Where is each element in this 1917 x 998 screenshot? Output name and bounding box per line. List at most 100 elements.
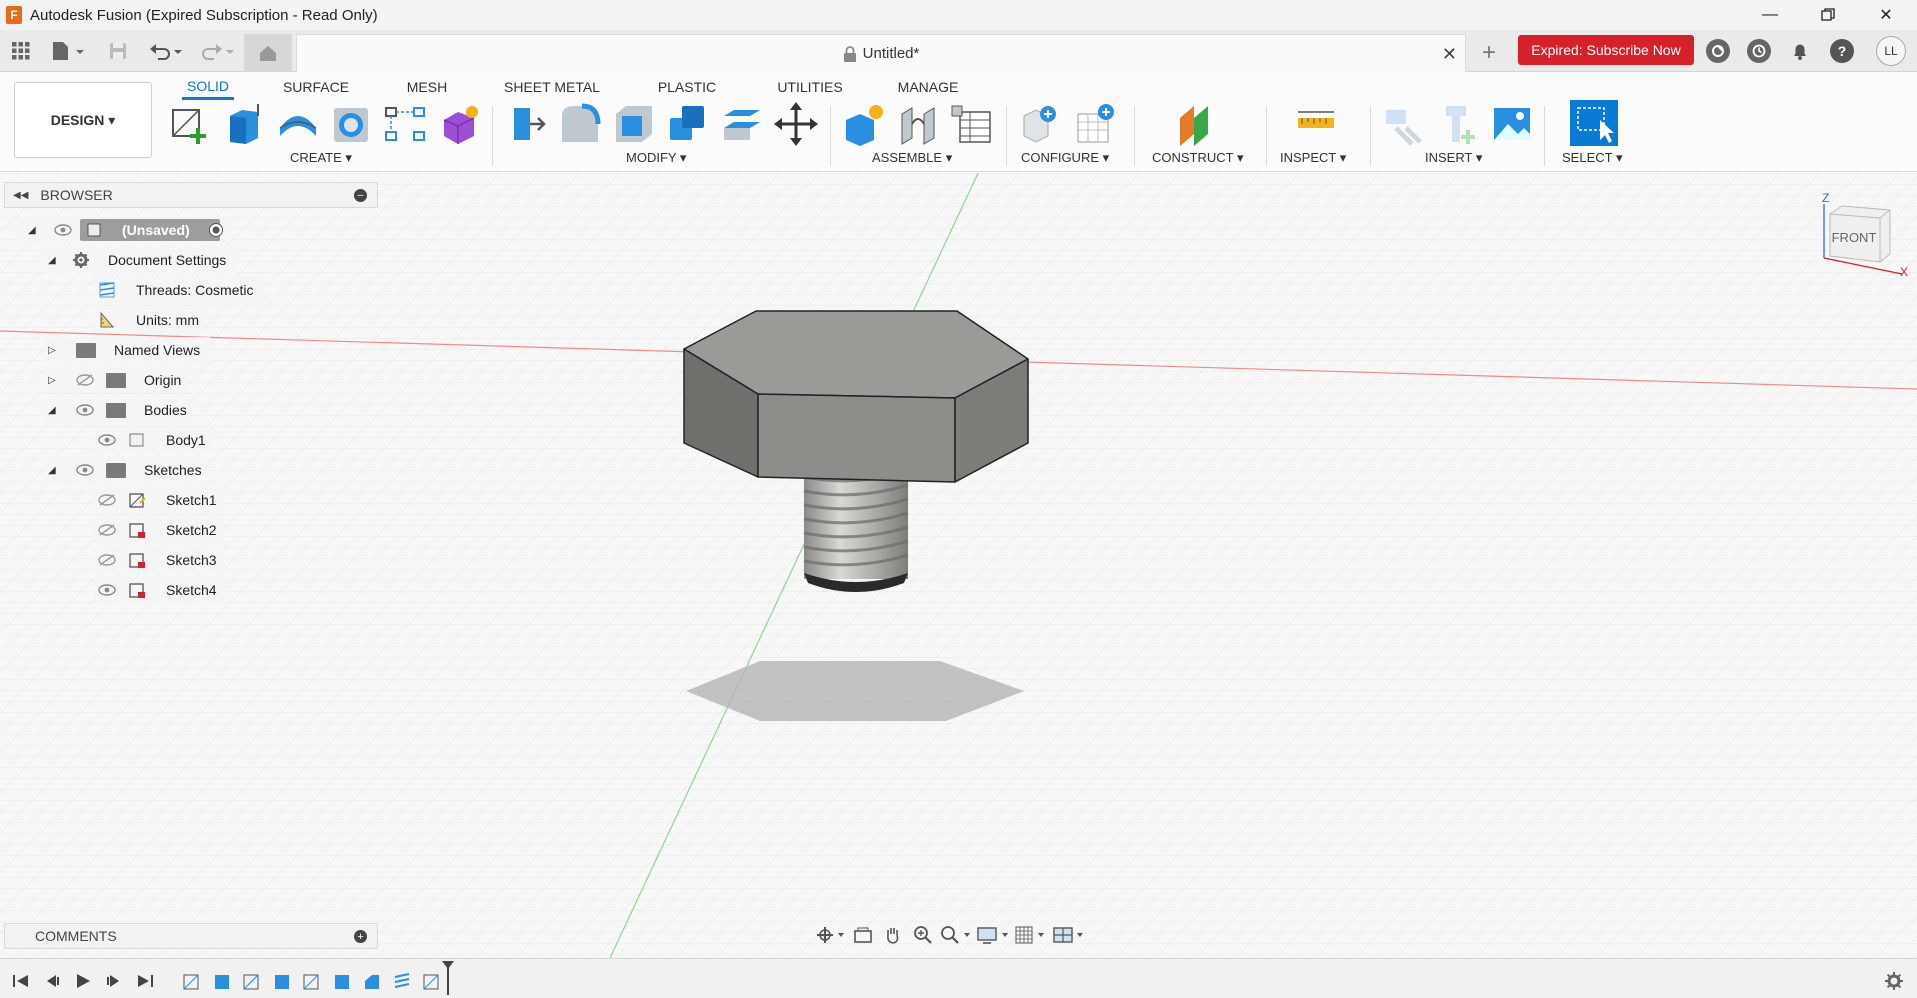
form-icon[interactable]	[438, 102, 482, 146]
restore-button[interactable]	[1800, 0, 1856, 30]
expand-triangle-icon[interactable]: ▷	[48, 375, 56, 386]
model-canvas[interactable]	[0, 173, 1917, 958]
timeline-extrude-icon[interactable]	[212, 971, 232, 991]
new-component-icon[interactable]	[842, 102, 886, 146]
app-grid-button[interactable]	[8, 38, 34, 64]
save-button[interactable]	[106, 38, 130, 64]
modify-group-label[interactable]: MODIFY ▾	[626, 150, 686, 166]
offset-plane-icon[interactable]	[1176, 102, 1220, 146]
timeline-settings-gear-icon[interactable]	[1884, 971, 1904, 991]
tab-plastic[interactable]: PLASTIC	[652, 74, 722, 100]
fillet-icon[interactable]	[558, 102, 602, 146]
go-to-end-icon[interactable]	[136, 973, 154, 989]
browser-bodies-row[interactable]: ◢ Bodies	[44, 397, 192, 423]
tab-mesh[interactable]: MESH	[400, 74, 454, 100]
assemble-group-label[interactable]: ASSEMBLE ▾	[872, 150, 952, 166]
measure-icon[interactable]	[1294, 102, 1338, 146]
tab-sheet-metal[interactable]: SHEET METAL	[500, 74, 604, 100]
hole-icon[interactable]	[330, 102, 374, 146]
visibility-eye-icon[interactable]	[76, 404, 94, 416]
step-back-icon[interactable]	[44, 973, 62, 989]
user-avatar[interactable]: LL	[1876, 36, 1906, 66]
hidden-eye-icon[interactable]	[76, 374, 94, 386]
browser-root-row[interactable]: ◢ (Unsaved)	[18, 217, 228, 243]
document-tab[interactable]: Untitled* ✕	[296, 34, 1466, 72]
tab-manage[interactable]: MANAGE	[894, 74, 962, 100]
subscribe-button[interactable]: Expired: Subscribe Now	[1518, 35, 1694, 65]
offset-face-icon[interactable]	[720, 102, 764, 146]
browser-sketch-row[interactable]: Sketch2	[94, 517, 224, 543]
timeline-sketch-icon[interactable]	[242, 971, 262, 991]
browser-sketch-row[interactable]: Sketch3	[94, 547, 224, 573]
joint-icon[interactable]	[896, 102, 940, 146]
browser-document-settings-row[interactable]: ◢ Document Settings	[44, 247, 234, 273]
select-icon[interactable]	[1570, 100, 1618, 146]
home-tab[interactable]	[244, 34, 292, 72]
orbit-button[interactable]	[812, 922, 848, 948]
redo-button[interactable]	[196, 38, 236, 64]
browser-sketch-row[interactable]: Sketch4	[94, 577, 224, 603]
zoom-button[interactable]	[908, 922, 938, 948]
insert-mcmaster-icon[interactable]	[1436, 102, 1480, 146]
extensions-icon[interactable]	[1706, 39, 1730, 63]
timeline-sketch-icon[interactable]	[422, 971, 442, 991]
minimize-browser-icon[interactable]: –	[354, 189, 367, 202]
workspace-switcher[interactable]: DESIGN ▾	[14, 82, 152, 158]
timeline-sketch-icon[interactable]	[182, 971, 202, 991]
combine-icon[interactable]	[666, 102, 710, 146]
pattern-icon[interactable]	[384, 102, 428, 146]
grid-settings-button[interactable]	[1012, 922, 1050, 948]
close-tab-icon[interactable]: ✕	[1442, 44, 1457, 65]
comments-panel[interactable]: COMMENTS +	[4, 923, 378, 949]
look-at-button[interactable]	[848, 922, 878, 948]
expand-triangle-icon[interactable]: ◢	[48, 465, 56, 476]
tab-solid[interactable]: SOLID	[182, 74, 234, 100]
inspect-group-label[interactable]: INSPECT ▾	[1280, 150, 1346, 166]
browser-sketch-row[interactable]: Sketch1	[94, 487, 224, 513]
insert-canvas-icon[interactable]	[1490, 102, 1534, 146]
hidden-eye-icon[interactable]	[98, 494, 116, 506]
browser-threads-row[interactable]: Threads: Cosmetic	[94, 277, 266, 303]
3d-viewport[interactable]	[0, 173, 1917, 958]
timeline-thread-icon[interactable]	[392, 971, 412, 991]
browser-panel-header[interactable]: ◀◀ BROWSER –	[4, 182, 378, 208]
notifications-icon[interactable]	[1788, 39, 1812, 63]
tab-utilities[interactable]: UTILITIES	[770, 74, 850, 100]
shell-icon[interactable]	[612, 102, 656, 146]
hidden-eye-icon[interactable]	[98, 524, 116, 536]
viewcube[interactable]: FRONT Z X	[1820, 191, 1910, 282]
display-settings-button[interactable]	[974, 922, 1012, 948]
expand-triangle-icon[interactable]: ◢	[48, 255, 56, 266]
create-sketch-icon[interactable]	[168, 102, 212, 146]
browser-units-row[interactable]: Units: mm	[94, 307, 206, 333]
construct-group-label[interactable]: CONSTRUCT ▾	[1152, 150, 1244, 166]
play-icon[interactable]	[74, 973, 92, 989]
revolve-icon[interactable]	[276, 102, 320, 146]
expand-triangle-icon[interactable]: ◢	[48, 405, 56, 416]
create-group-label[interactable]: CREATE ▾	[290, 150, 352, 166]
help-icon[interactable]: ?	[1830, 39, 1854, 63]
browser-sketches-row[interactable]: ◢ Sketches	[44, 457, 204, 483]
extrude-icon[interactable]	[222, 102, 266, 146]
timeline-extrude-icon[interactable]	[332, 971, 352, 991]
select-group-label[interactable]: SELECT ▾	[1562, 150, 1622, 166]
visibility-eye-icon[interactable]	[76, 464, 94, 476]
configure-group-label[interactable]: CONFIGURE ▾	[1021, 150, 1109, 166]
activate-radio-icon[interactable]	[208, 222, 224, 238]
minimize-button[interactable]: —	[1742, 0, 1798, 30]
fit-button[interactable]	[938, 922, 974, 948]
go-to-start-icon[interactable]	[12, 973, 30, 989]
configure-icon[interactable]	[1018, 102, 1062, 146]
browser-body1-row[interactable]: Body1	[94, 427, 214, 453]
collapse-panel-icon[interactable]: ◀◀	[13, 190, 28, 201]
hidden-eye-icon[interactable]	[98, 554, 116, 566]
browser-named-views-row[interactable]: ▷ Named Views	[44, 337, 210, 363]
bill-of-materials-icon[interactable]	[950, 102, 994, 146]
file-menu-button[interactable]	[48, 38, 88, 64]
new-tab-button[interactable]: +	[1476, 39, 1502, 66]
timeline-sketch-icon[interactable]	[302, 971, 322, 991]
viewports-button[interactable]	[1050, 922, 1088, 948]
job-status-icon[interactable]	[1747, 39, 1771, 63]
visibility-eye-icon[interactable]	[98, 434, 116, 446]
step-forward-icon[interactable]	[104, 973, 122, 989]
